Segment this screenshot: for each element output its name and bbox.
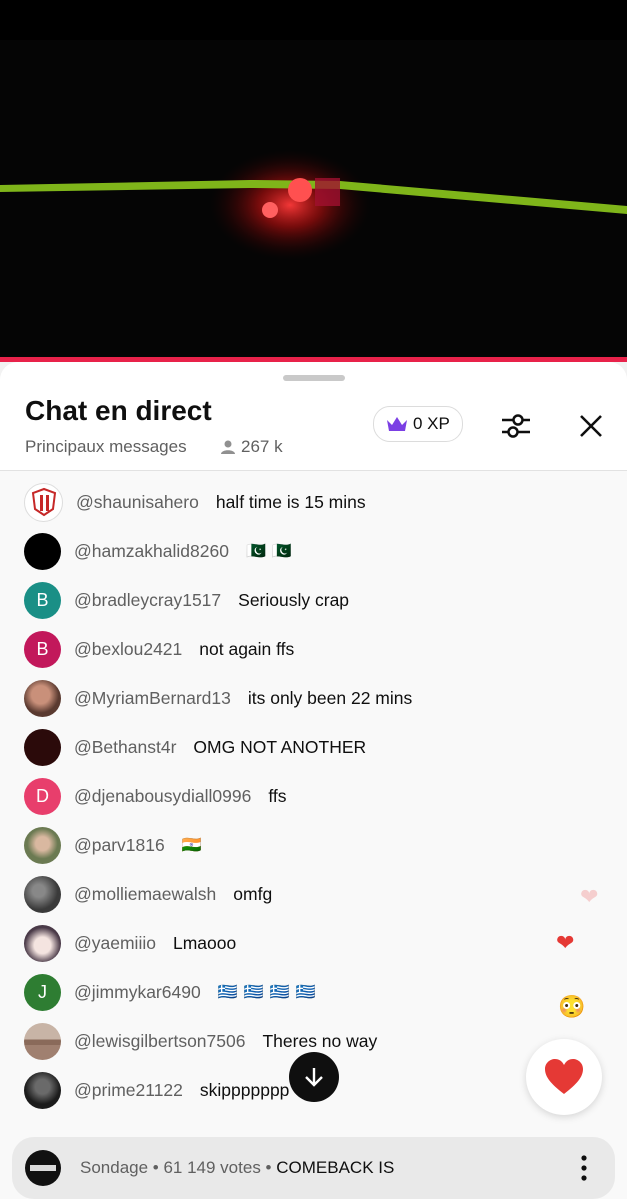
drag-handle[interactable] (283, 375, 345, 381)
message-author[interactable]: @molliemaewalsh (74, 884, 216, 905)
message-author[interactable]: @MyriamBernard13 (74, 688, 231, 709)
message-author[interactable]: @prime21122 (74, 1080, 183, 1101)
xp-badge[interactable]: 0 XP (373, 406, 463, 442)
message-text: OMG NOT ANOTHER (193, 736, 367, 757)
chat-message[interactable]: B @bexlou2421 not again ffs (24, 629, 584, 669)
channel-logo-icon (30, 1165, 56, 1171)
close-chat-button[interactable] (570, 407, 612, 445)
message-author[interactable]: @bexlou2421 (74, 639, 182, 660)
avatar[interactable] (24, 1022, 61, 1060)
sliders-icon (502, 414, 530, 438)
message-emoji: 🇮🇳 (182, 835, 202, 855)
message-author[interactable]: @parv1816 (74, 835, 165, 856)
avatar[interactable] (24, 532, 61, 570)
chat-message[interactable]: @molliemaewalsh omfg (24, 874, 584, 914)
avatar[interactable] (24, 875, 61, 913)
channel-avatar (25, 1150, 61, 1186)
message-text: Theres no way (262, 1030, 378, 1051)
floating-heart-icon: ❤ (556, 930, 575, 955)
floating-flushed-face-icon: 😳 (558, 994, 586, 1019)
chat-message[interactable]: @yaemiiio Lmaooo (24, 923, 584, 963)
chat-message[interactable]: J @jimmykar6490 🇬🇷 🇬🇷 🇬🇷 🇬🇷 (24, 972, 584, 1012)
message-text: ffs (268, 785, 287, 806)
chat-message[interactable]: @hamzakhalid8260 🇵🇰 🇵🇰 (24, 531, 584, 571)
club-crest-icon (31, 487, 56, 517)
video-frame (0, 0, 627, 260)
poll-summary: Sondage • 61 149 votes • COMEBACK IS (80, 1158, 394, 1178)
message-author[interactable]: @yaemiiio (74, 933, 156, 954)
avatar[interactable] (24, 826, 61, 864)
message-author[interactable]: @Bethanst4r (74, 737, 176, 758)
chat-message[interactable]: @MyriamBernard13 its only been 22 mins (24, 678, 584, 718)
more-vertical-icon (581, 1155, 587, 1181)
chat-mode-selector[interactable]: Principaux messages (25, 437, 187, 457)
greece-flag-emoji: 🇬🇷 (217, 984, 238, 1001)
viewer-count: 267 k (220, 437, 283, 457)
poll-question: COMEBACK IS (276, 1158, 395, 1177)
message-author[interactable]: @lewisgilbertson7506 (74, 1031, 245, 1052)
message-emoji: 🇵🇰 🇵🇰 (246, 541, 292, 561)
live-video[interactable] (0, 0, 627, 362)
avatar[interactable] (24, 482, 63, 522)
avatar[interactable]: B (24, 581, 61, 619)
message-text: its only been 22 mins (247, 687, 413, 708)
avatar[interactable] (24, 1071, 61, 1109)
message-author[interactable]: @hamzakhalid8260 (74, 541, 229, 562)
chat-message[interactable]: @Bethanst4r OMG NOT ANOTHER (24, 727, 584, 767)
greece-flag-emoji: 🇬🇷 (269, 984, 290, 1001)
poll-more-button[interactable] (572, 1153, 596, 1183)
chat-message[interactable]: B @bradleycray1517 Seriously crap (24, 580, 584, 620)
message-emoji: 🇬🇷 🇬🇷 🇬🇷 🇬🇷 (218, 982, 316, 1002)
message-author[interactable]: @bradleycray1517 (74, 590, 221, 611)
chat-header: Chat en direct Principaux messages 267 k… (0, 362, 627, 471)
close-icon (580, 415, 602, 437)
greece-flag-emoji: 🇬🇷 (243, 984, 264, 1001)
heart-reaction-button[interactable] (526, 1039, 602, 1115)
arrow-down-icon (305, 1068, 323, 1087)
message-author[interactable]: @jimmykar6490 (74, 982, 201, 1003)
scroll-to-bottom-button[interactable] (289, 1052, 339, 1102)
greece-flag-emoji: 🇬🇷 (295, 984, 316, 1001)
chat-title: Chat en direct (25, 395, 212, 426)
pakistan-flag-emoji: 🇵🇰 (271, 543, 292, 560)
avatar[interactable]: D (24, 777, 61, 815)
message-text: not again ffs (199, 638, 295, 659)
person-icon (221, 440, 235, 454)
message-text: omfg (233, 883, 273, 904)
message-text: skippppppp (199, 1079, 290, 1100)
india-flag-emoji: 🇮🇳 (181, 837, 202, 854)
chat-message[interactable]: D @djenabousydiall0996 ffs (24, 776, 584, 816)
avatar[interactable]: J (24, 973, 61, 1011)
viewer-count-value: 267 k (241, 437, 283, 456)
chat-settings-button[interactable] (495, 407, 537, 445)
floating-heart-icon: ❤ (580, 884, 599, 909)
message-author[interactable]: @shaunisahero (76, 492, 199, 513)
crown-icon (387, 417, 407, 431)
poll-meta: Sondage • 61 149 votes • (80, 1158, 272, 1177)
heart-icon (545, 1059, 583, 1094)
message-text: Lmaooo (172, 932, 237, 953)
chat-message[interactable]: @parv1816 🇮🇳 (24, 825, 584, 865)
chat-message[interactable]: @shaunisahero half time is 15 mins (24, 482, 584, 522)
poll-banner[interactable]: Sondage • 61 149 votes • COMEBACK IS (12, 1137, 615, 1199)
message-text: Seriously crap (238, 589, 350, 610)
avatar[interactable]: B (24, 630, 61, 668)
avatar[interactable] (24, 679, 61, 717)
xp-value: 0 XP (413, 414, 450, 433)
message-author[interactable]: @djenabousydiall0996 (74, 786, 251, 807)
avatar[interactable] (24, 924, 61, 962)
live-chat-panel: Chat en direct Principaux messages 267 k… (0, 362, 627, 1199)
message-text: half time is 15 mins (215, 491, 366, 512)
avatar[interactable] (24, 728, 61, 766)
pakistan-flag-emoji: 🇵🇰 (245, 543, 266, 560)
